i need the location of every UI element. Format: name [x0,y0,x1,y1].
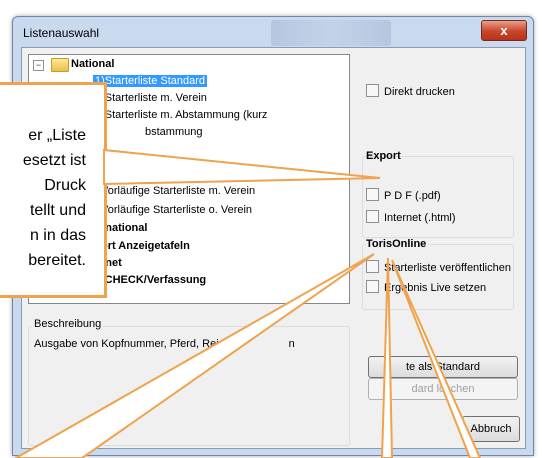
live-label: Ergebnis Live setzen [384,282,487,294]
description-text: Ausgabe von Kopfnummer, Pferd, Rei n [34,338,295,350]
callout-line: er „Liste [28,127,86,144]
toris-title: TorisOnline [366,238,430,250]
description-label: Beschreibung [32,318,104,330]
callout-line: esetzt ist [22,152,86,169]
callout-line: bereitet. [28,252,86,269]
checkbox-icon [366,210,379,223]
live-checkbox[interactable]: Ergebnis Live setzen [366,280,486,294]
pdf-label: P D F (.pdf) [384,190,441,202]
callout-line: Druck [44,177,86,194]
set-default-button[interactable]: te als Standard [368,356,518,378]
tree-item-label: 1)Starterliste Standard [93,75,208,87]
toris-group [362,244,514,310]
callout-line: tellt und [29,202,86,219]
cancel-button[interactable]: Abbruch [462,416,520,442]
description-text-start: Ausgabe von Kopfnummer, Pferd, Rei [34,338,219,350]
pdf-checkbox[interactable]: P D F (.pdf) [366,188,441,202]
title-bar: Listenauswahl x [13,17,533,47]
checkbox-icon [366,260,379,273]
internet-label: Internet (.html) [384,212,456,224]
direct-print-label: Direkt drucken [384,86,455,98]
folder-icon [51,58,69,72]
collapse-icon[interactable]: − [33,60,44,71]
tree-item-check[interactable]: -CHECK/Verfassung [101,272,206,288]
tree-item[interactable]: 2)Starterliste m. Verein [95,90,207,106]
checkbox-icon [366,188,379,201]
title-blur [271,20,391,46]
internet-checkbox[interactable]: Internet (.html) [366,210,456,224]
clear-default-button[interactable]: dard löschen [368,378,518,400]
window-title: Listenauswahl [23,26,100,40]
tree-item[interactable]: 1)Starterliste Standard [93,73,208,89]
tree-item[interactable]: Vorläufige Starterliste m. Verein [101,183,255,199]
tree-item[interactable]: 3)Starterliste m. Abstammung (kurz [95,107,267,123]
publish-label: Starterliste veröffentlichen [384,262,511,274]
tree-item[interactable]: Vorläufige Starterliste o. Verein [101,202,252,218]
publish-checkbox[interactable]: Starterliste veröffentlichen [366,260,511,274]
tree-item-international[interactable]: rnational [101,220,147,236]
checkbox-icon [366,84,379,97]
export-title: Export [366,150,401,162]
checkbox-icon [366,280,379,293]
direct-print-checkbox[interactable]: Direkt drucken [366,84,455,98]
tree-item[interactable]: bstammung [145,124,202,140]
description-text-end: n [288,338,295,350]
tree-item-national[interactable]: National [71,56,114,72]
callout-line: n in das [29,227,86,244]
tree-item-anzeigetafeln[interactable]: ort Anzeigetafeln [101,238,190,254]
callout-box: er „Liste esetzt ist Druck tellt und n i… [0,82,107,298]
close-button[interactable]: x [481,20,527,41]
